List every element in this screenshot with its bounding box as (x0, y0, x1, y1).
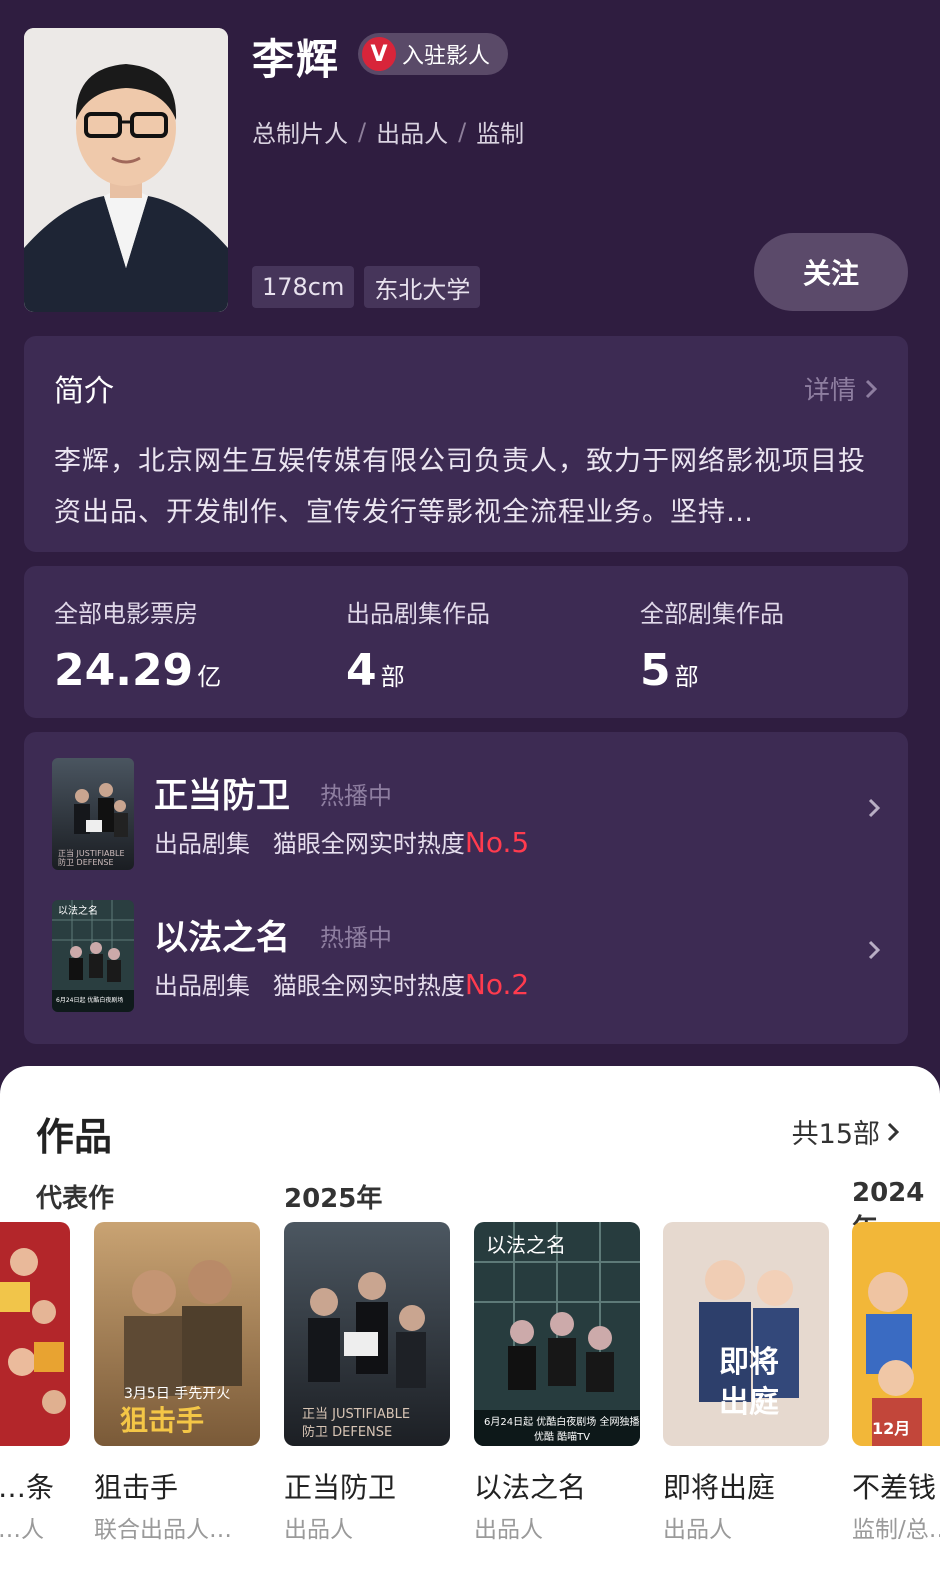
work-title: 不差钱 (852, 1471, 937, 1504)
stat-all-series[interactable]: 全部剧集作品 5部 (640, 594, 784, 696)
avatar-portrait-image (24, 28, 228, 312)
chevron-right-icon (887, 1122, 900, 1141)
intro-detail-label: 详情 (803, 376, 856, 406)
rank-value: No.5 (464, 826, 530, 859)
series-status: 热播中 (320, 924, 392, 952)
works-title: 作品 (36, 1115, 113, 1159)
chevron-right-icon (865, 379, 878, 398)
rank-value: No.2 (464, 968, 530, 1001)
svg-text:3月5日 手先开火: 3月5日 手先开火 (124, 1386, 230, 1402)
school-tag[interactable]: 东北大学 (364, 266, 481, 308)
work-poster[interactable]: 3月5日 手先开火 狙击手 (94, 1222, 260, 1446)
works-count-link[interactable]: 共15部 (792, 1112, 900, 1151)
svg-text:即将: 即将 (719, 1345, 779, 1380)
work-poster[interactable] (0, 1222, 70, 1446)
work-poster[interactable]: 以法之名 6月24日起 优酷白夜剧场 全网独播 优酷 酷喵TV (474, 1222, 640, 1446)
svg-text:防卫 DEFENSE: 防卫 DEFENSE (58, 857, 114, 867)
intro-title: 简介 (54, 374, 114, 409)
stat-value: 5部 (640, 645, 699, 696)
badge-text: 入驻影人 (402, 44, 491, 69)
chevron-right-icon (868, 940, 881, 960)
role-separator: / (458, 117, 467, 146)
person-name: 李辉 (252, 35, 341, 84)
svg-text:6月24日起 优酷白夜剧场 全网独播: 6月24日起 优酷白夜剧场 全网独播 (484, 1415, 639, 1428)
role-separator: / (358, 117, 367, 146)
stat-label: 出品剧集作品 (346, 600, 490, 628)
verified-v-icon: V (362, 37, 396, 71)
group-label-2025: 2025年 (284, 1184, 383, 1214)
work-role: 出品人 (284, 1517, 353, 1543)
works-panel: 作品 共15部 代表作 2025年 2024年 …条 …人 3月5日 手先开火 … (0, 1066, 940, 1582)
chevron-right-icon (868, 798, 881, 818)
roles-list: 总制片人 / 出品人 / 监制 (252, 114, 524, 149)
series-title: 正当防卫 (154, 776, 290, 816)
svg-text:正当 JUSTIFIABLE: 正当 JUSTIFIABLE (302, 1407, 410, 1422)
svg-text:以法之名: 以法之名 (58, 904, 98, 917)
height-tag: 178cm (252, 266, 355, 308)
svg-text:以法之名: 以法之名 (486, 1233, 566, 1257)
svg-text:出庭: 出庭 (719, 1385, 779, 1420)
intro-card[interactable]: 简介 详情 李辉，北京网生互娱传媒有限公司负责人，致力于网络影视项目投资出品、开… (24, 336, 908, 552)
intro-text: 李辉，北京网生互娱传媒有限公司负责人，致力于网络影视项目投资出品、开发制作、宣传… (54, 446, 866, 528)
role-item: 出品人 (376, 120, 449, 148)
hot-series-card: 正当 JUSTIFIABLE 防卫 DEFENSE 正当防卫 热播中 出品剧集 … (24, 732, 908, 1044)
work-title: 狙击手 (94, 1471, 179, 1504)
series-meta: 出品剧集 猫眼全网实时热度No.5 (154, 826, 530, 859)
work-role: …人 (0, 1517, 44, 1543)
stat-label: 全部电影票房 (54, 600, 198, 628)
work-poster[interactable]: 12月 (852, 1222, 940, 1446)
avatar[interactable] (24, 28, 228, 312)
stat-produced-series[interactable]: 出品剧集作品 4部 (346, 594, 490, 696)
work-poster[interactable]: 即将 出庭 (663, 1222, 829, 1446)
stat-box-office[interactable]: 全部电影票房 24.29 亿 (54, 594, 221, 696)
group-label-representative: 代表作 (36, 1184, 115, 1214)
work-title: …条 (0, 1471, 55, 1504)
svg-text:6月24日起 优酷白夜剧场: 6月24日起 优酷白夜剧场 (56, 996, 123, 1004)
svg-text:正当 JUSTIFIABLE: 正当 JUSTIFIABLE (58, 848, 125, 858)
work-role: 出品人 (474, 1517, 543, 1543)
series-status: 热播中 (320, 782, 392, 810)
work-role: 出品人 (663, 1517, 732, 1543)
work-role: 监制/总… (852, 1517, 940, 1543)
svg-text:狙击手: 狙击手 (120, 1404, 204, 1437)
svg-text:优酷 酷喵TV: 优酷 酷喵TV (534, 1430, 590, 1443)
series-meta: 出品剧集 猫眼全网实时热度No.2 (154, 968, 530, 1001)
hot-series-item[interactable]: 正当 JUSTIFIABLE 防卫 DEFENSE 正当防卫 热播中 出品剧集 … (24, 758, 908, 878)
work-role: 联合出品人… (94, 1517, 232, 1543)
hot-series-item[interactable]: 以法之名 6月24日起 优酷白夜剧场 以法之名 热播中 出品剧集 猫眼全网实时热… (24, 900, 908, 1020)
work-poster[interactable]: 正当 JUSTIFIABLE 防卫 DEFENSE (284, 1222, 450, 1446)
series-poster: 以法之名 6月24日起 优酷白夜剧场 (52, 900, 134, 1012)
follow-button[interactable]: 关注 (754, 233, 908, 311)
stat-label: 全部剧集作品 (640, 600, 784, 628)
svg-text:12月: 12月 (872, 1419, 910, 1438)
work-title: 正当防卫 (284, 1471, 397, 1504)
stat-value: 24.29 亿 (54, 645, 222, 696)
intro-detail-link[interactable]: 详情 (804, 370, 878, 407)
stats-card: 全部电影票房 24.29 亿 出品剧集作品 4部 全部剧集作品 5部 (24, 566, 908, 718)
svg-text:防卫 DEFENSE: 防卫 DEFENSE (302, 1424, 392, 1440)
work-title: 即将出庭 (663, 1471, 776, 1504)
verified-badge[interactable]: V 入驻影人 (358, 33, 508, 75)
series-poster: 正当 JUSTIFIABLE 防卫 DEFENSE (52, 758, 134, 870)
stat-value: 4部 (346, 645, 405, 696)
role-item: 监制 (476, 120, 525, 148)
work-title: 以法之名 (474, 1471, 587, 1504)
role-item: 总制片人 (252, 120, 348, 148)
series-title: 以法之名 (154, 918, 290, 958)
profile-tags: 178cm 东北大学 (252, 266, 481, 308)
